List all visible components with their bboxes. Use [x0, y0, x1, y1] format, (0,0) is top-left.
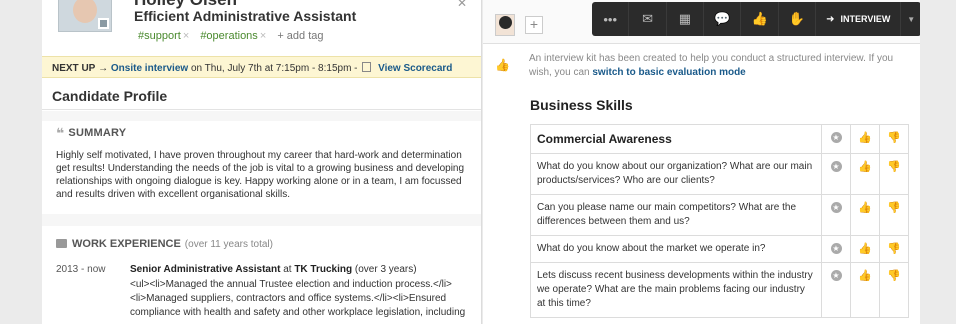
question-text: What do you know about our organization?…: [530, 153, 822, 195]
star-icon[interactable]: ★: [821, 235, 851, 263]
arrow-right-icon: →: [98, 63, 109, 74]
summary-text: Highly self motivated, I have proven thr…: [56, 150, 465, 200]
question-text: Commercial Awareness: [530, 124, 822, 154]
table-row: Can you please name our main competitors…: [530, 194, 909, 236]
interview-panel: + ••• ✉ ▦ 💬 👍 ✋ ➜ INTERVIEW ▼ 👍 An interv…: [483, 0, 920, 324]
thumbs-down-icon[interactable]: 👎: [879, 262, 909, 318]
thumbs-down-icon[interactable]: 👎: [879, 153, 909, 195]
work-description: <ul><li>Managed the annual Trustee elect…: [130, 279, 466, 318]
thumbs-icon[interactable]: 👍: [741, 2, 779, 36]
table-row: Lets discuss recent business development…: [530, 262, 909, 318]
remove-tag-icon[interactable]: ×: [260, 30, 266, 42]
stop-icon[interactable]: ✋: [779, 2, 817, 36]
interview-button[interactable]: ➜ INTERVIEW: [816, 2, 902, 36]
work-role: Senior Administrative Assistant at TK Tr…: [130, 264, 417, 275]
onsite-interview-link[interactable]: Onsite interview: [111, 63, 188, 74]
interview-kit-message: An interview kit has been created to hel…: [529, 53, 894, 78]
table-row: What do you know about our organization?…: [530, 153, 909, 195]
star-icon[interactable]: ★: [821, 262, 851, 318]
view-scorecard-link[interactable]: View Scorecard: [378, 63, 452, 74]
candidate-panel: Holley Olsen Efficient Administrative As…: [42, 0, 482, 324]
tag-support[interactable]: #support ×: [138, 30, 189, 42]
star-icon[interactable]: ★: [821, 194, 851, 236]
thumbs-up-icon[interactable]: 👍: [850, 124, 880, 154]
tag-list: #support × #operations × + add tag: [138, 30, 324, 42]
comment-icon[interactable]: 💬: [704, 2, 742, 36]
tag-operations[interactable]: #operations ×: [200, 30, 266, 42]
question-text: What do you know about the market we ope…: [530, 235, 822, 263]
candidate-profile-heading: Candidate Profile: [42, 78, 481, 110]
close-icon[interactable]: ✕: [457, 0, 467, 10]
next-up-banner: NEXT UP → Onsite interview on Thu, July …: [42, 56, 481, 78]
candidate-avatar: [58, 0, 112, 32]
interviewer-avatar[interactable]: [495, 14, 515, 36]
question-text: Lets discuss recent business development…: [530, 262, 822, 318]
thumbs-up-icon[interactable]: 👍: [850, 194, 880, 236]
more-icon[interactable]: •••: [592, 2, 630, 36]
question-table: Commercial Awareness ★ 👍 👎 What do you k…: [530, 124, 909, 318]
remove-tag-icon[interactable]: ×: [183, 30, 189, 42]
basic-evaluation-link[interactable]: switch to basic evaluation mode: [592, 67, 745, 78]
table-row: What do you know about the market we ope…: [530, 235, 909, 263]
thumbs-down-icon[interactable]: 👎: [879, 124, 909, 154]
thumbs-down-icon[interactable]: 👎: [879, 235, 909, 263]
quote-icon: ❝: [56, 125, 65, 141]
work-experience-heading: WORK EXPERIENCE (over 11 years total): [56, 238, 273, 250]
arrow-right-icon: ➜: [826, 13, 835, 25]
table-row: Commercial Awareness ★ 👍 👎: [530, 124, 909, 154]
thumbs-up-icon[interactable]: 👍: [850, 153, 880, 195]
briefcase-icon: [56, 239, 67, 248]
chevron-down-icon[interactable]: ▼: [901, 2, 920, 36]
question-text: Can you please name our main competitors…: [530, 194, 822, 236]
thumbs-up-icon[interactable]: 👍: [850, 235, 880, 263]
business-skills-title: Business Skills: [530, 97, 633, 113]
summary-heading: ❝ SUMMARY: [56, 125, 127, 141]
thumbs-down-icon[interactable]: 👎: [879, 194, 909, 236]
star-icon[interactable]: ★: [821, 124, 851, 154]
add-interviewer-button[interactable]: +: [525, 16, 543, 34]
add-tag-link[interactable]: + add tag: [277, 30, 323, 42]
calendar-icon[interactable]: ▦: [667, 2, 705, 36]
thumbs-icon: 👍: [495, 58, 510, 72]
thumbs-up-icon[interactable]: 👍: [850, 262, 880, 318]
email-icon[interactable]: ✉: [629, 2, 667, 36]
candidate-title: Efficient Administrative Assistant: [134, 8, 357, 24]
work-date: 2013 - now: [56, 264, 106, 275]
action-toolbar: ••• ✉ ▦ 💬 👍 ✋ ➜ INTERVIEW ▼: [592, 2, 920, 36]
star-icon[interactable]: ★: [821, 153, 851, 195]
scorecard-icon: [362, 62, 372, 72]
